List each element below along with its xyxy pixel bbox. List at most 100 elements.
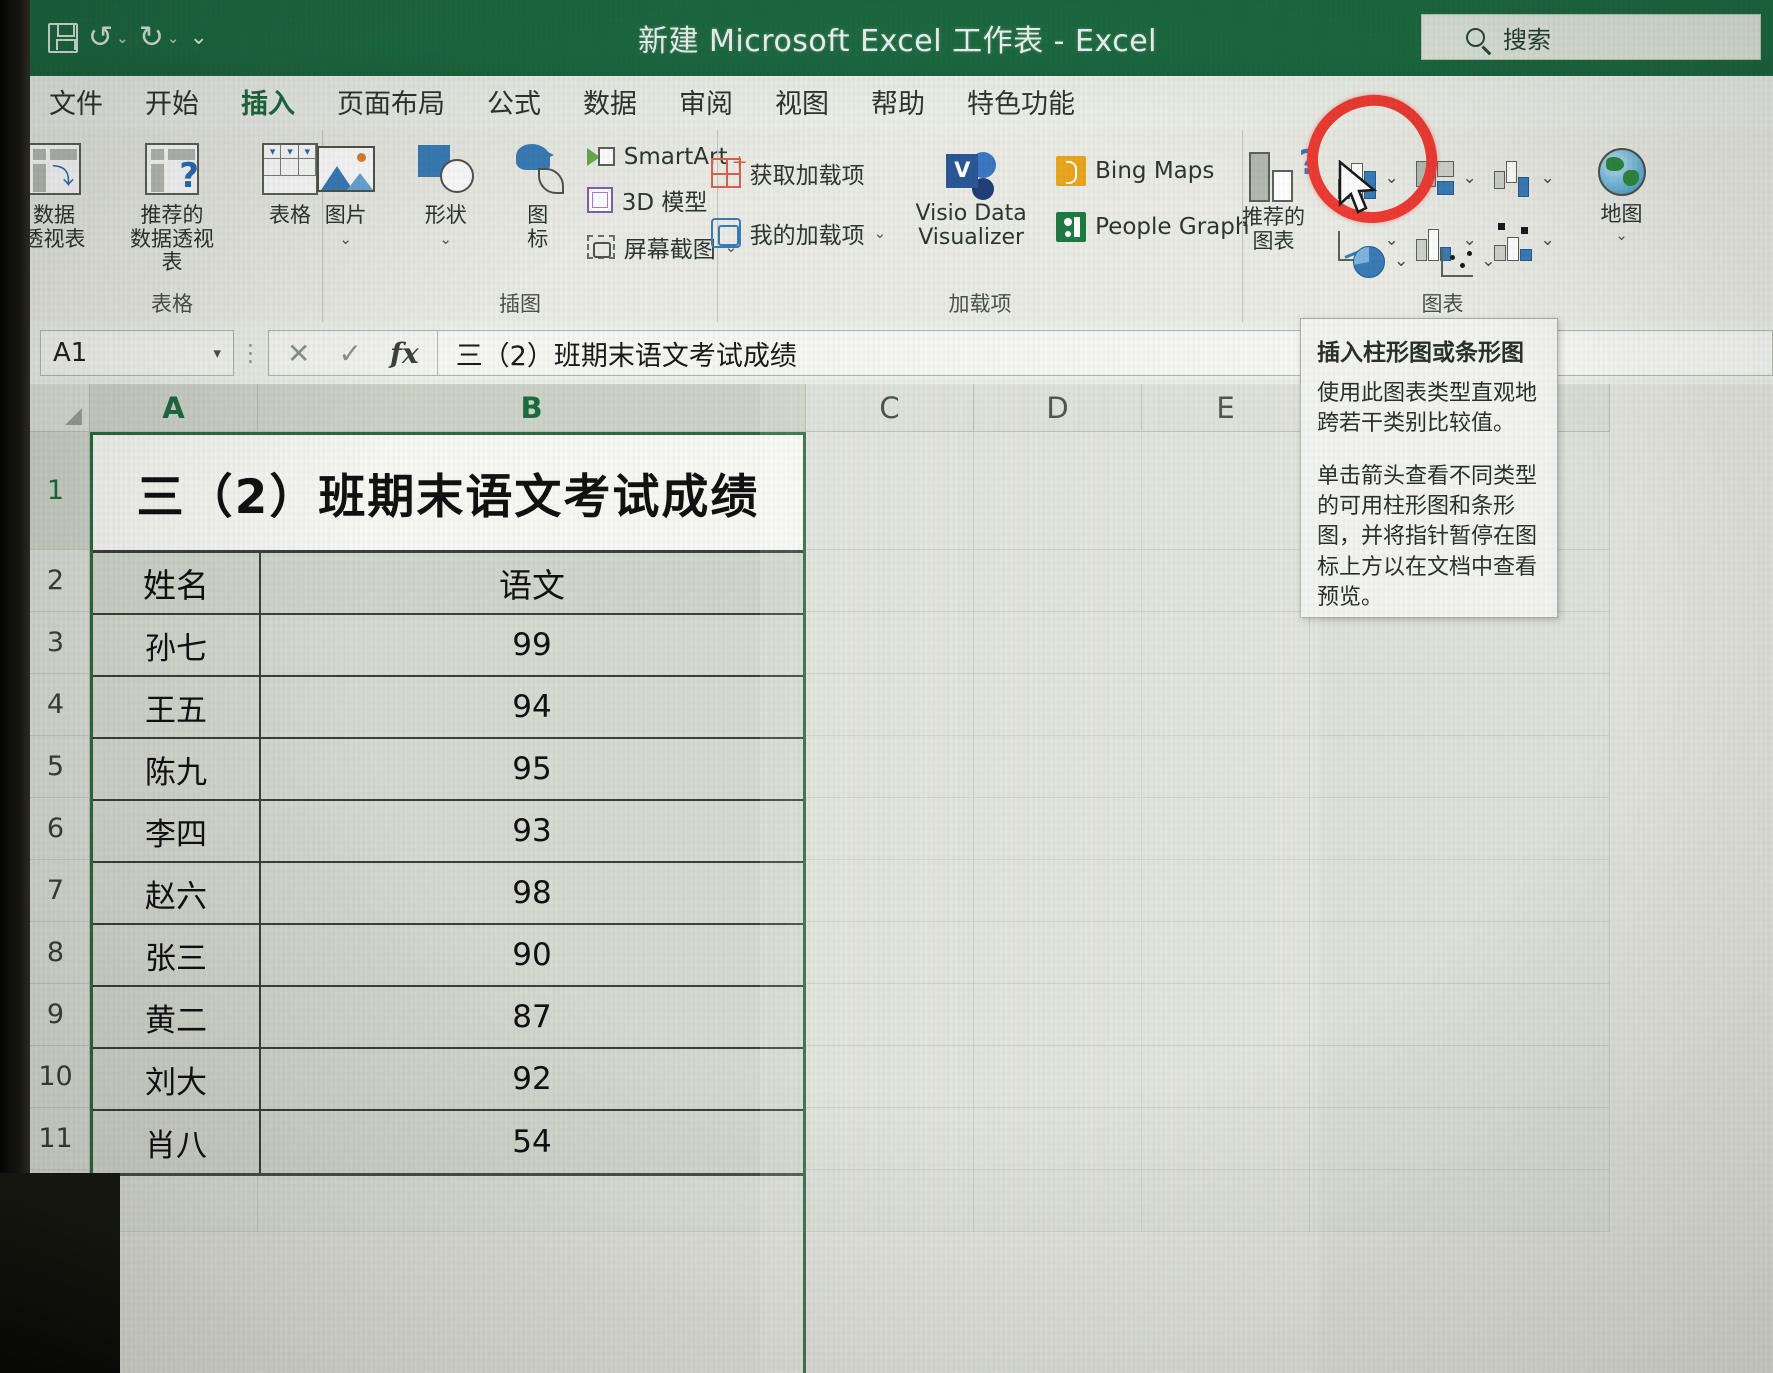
grid-row <box>90 1170 1773 1232</box>
chevron-down-icon[interactable]: ▾ <box>213 344 221 362</box>
row-header-4[interactable]: 4 <box>22 674 90 736</box>
visio-label: Visio Data Visualizer <box>916 202 1027 250</box>
get-addins-button[interactable]: + 获取加载项 <box>711 156 887 190</box>
chevron-down-icon[interactable]: ⌄ <box>1394 256 1408 268</box>
tab-featured[interactable]: 特色功能 <box>964 78 1078 129</box>
visio-data-visualizer-button[interactable]: V Visio Data Visualizer <box>912 152 1030 250</box>
column-header-a[interactable]: A <box>90 384 258 432</box>
chevron-down-icon[interactable]: ⌄ <box>1463 173 1477 185</box>
ribbon-body: ⤵ 数据 透视表 ? 推荐的 数据透视表 ▾▾▾ 表格 <box>22 130 1773 322</box>
column-header-c[interactable]: C <box>806 384 974 432</box>
cell-score: 92 <box>261 1049 803 1109</box>
recommended-charts-button[interactable]: ? 推荐的 图表 <box>1222 148 1326 253</box>
recommended-pivot-table-button[interactable]: ? 推荐的 数据透视表 <box>120 140 224 275</box>
ribbon-group-addins: + 获取加载项 我的加载项 ⌄ V Visio Data Visualizer <box>717 130 1242 322</box>
score-table[interactable]: 三（2）班期末语文考试成绩 姓名 语文 孙七 99 王五 94 陈九 95 李四… <box>90 432 806 1176</box>
bing-maps-button[interactable]: Bing Maps <box>1056 156 1249 186</box>
hierarchy-chart-icon <box>1414 159 1460 199</box>
recommended-pivot-table-label: 推荐的 数据透视表 <box>120 204 224 275</box>
formula-bar-grip[interactable]: ⋮ <box>234 339 268 367</box>
table-row[interactable]: 孙七 99 <box>93 615 803 677</box>
tab-page-layout[interactable]: 页面布局 <box>334 78 448 129</box>
insert-scatter-chart-button[interactable]: ⌄ <box>1438 244 1495 280</box>
tab-insert[interactable]: 插入 <box>238 78 298 129</box>
cell-score: 94 <box>261 677 803 737</box>
people-graph-button[interactable]: People Graph <box>1056 212 1249 242</box>
row-header-10[interactable]: 10 <box>22 1046 90 1108</box>
table-row[interactable]: 陈九 95 <box>93 739 803 801</box>
cancel-entry-button[interactable]: ✕ <box>287 337 310 370</box>
formula-input[interactable]: 三（2）班期末语文考试成绩 <box>437 330 1773 376</box>
column-header-b[interactable]: B <box>258 384 806 432</box>
icons-button[interactable]: 图 标 <box>503 140 573 251</box>
cell-name: 刘大 <box>93 1049 261 1109</box>
chevron-down-icon[interactable]: ⌄ <box>1481 256 1495 268</box>
search-icon <box>1466 28 1485 47</box>
table-row[interactable]: 肖八 54 <box>93 1111 803 1173</box>
scatter-chart-icon <box>1438 244 1478 280</box>
my-addins-button[interactable]: 我的加载项 ⌄ <box>711 216 887 250</box>
recommended-charts-icon: ? <box>1247 148 1301 202</box>
smartart-icon <box>587 145 615 169</box>
shapes-button[interactable]: 形状 ⌄ <box>403 140 489 244</box>
ribbon-group-tables: ⤵ 数据 透视表 ? 推荐的 数据透视表 ▾▾▾ 表格 <box>22 130 322 322</box>
chevron-down-icon[interactable]: ⌄ <box>1615 230 1628 241</box>
tab-view[interactable]: 视图 <box>772 78 832 129</box>
row-header-8[interactable]: 8 <box>22 922 90 984</box>
row-header-2[interactable]: 2 <box>22 550 90 612</box>
people-graph-icon <box>1056 212 1086 242</box>
table-row[interactable]: 张三 90 <box>93 925 803 987</box>
table-row[interactable]: 黄二 87 <box>93 987 803 1049</box>
my-addins-label: 我的加载项 <box>750 216 865 250</box>
insert-hierarchy-chart-button[interactable]: ⌄ <box>1414 159 1492 199</box>
tab-help[interactable]: 帮助 <box>868 78 928 129</box>
tab-home[interactable]: 开始 <box>142 78 202 129</box>
select-all-button[interactable] <box>22 384 90 432</box>
shapes-label: 形状 <box>425 204 467 228</box>
model3d-label: 3D 模型 <box>622 183 708 217</box>
row-header-5[interactable]: 5 <box>22 736 90 798</box>
insert-combo-chart-button[interactable]: ⌄ <box>1492 221 1570 261</box>
chevron-down-icon[interactable]: ⌄ <box>439 234 452 245</box>
map-label: 地图 <box>1601 198 1643 228</box>
tooltip-title: 插入柱形图或条形图 <box>1317 333 1541 367</box>
insert-pie-doughnut-chart-button[interactable]: ⌄ <box>1351 244 1408 280</box>
row-header-3[interactable]: 3 <box>22 612 90 674</box>
table-row[interactable]: 王五 94 <box>93 677 803 739</box>
insert-map-chart-button[interactable]: 地图 ⌄ <box>1580 148 1664 241</box>
column-header-e[interactable]: E <box>1142 384 1310 432</box>
tab-review[interactable]: 审阅 <box>676 78 736 129</box>
row-header-9[interactable]: 9 <box>22 984 90 1046</box>
table-header-name: 姓名 <box>93 553 261 613</box>
cell-score: 95 <box>261 739 803 799</box>
picture-label: 图片 <box>325 204 367 228</box>
recommended-charts-label: 推荐的 图表 <box>1242 206 1305 253</box>
picture-button[interactable]: 图片 ⌄ <box>303 140 389 244</box>
chevron-down-icon[interactable]: ⌄ <box>1541 235 1555 247</box>
confirm-entry-button[interactable]: ✓ <box>338 337 361 370</box>
tab-formulas[interactable]: 公式 <box>484 78 544 129</box>
chevron-down-icon[interactable]: ⌄ <box>874 228 887 239</box>
cell-name: 李四 <box>93 801 261 861</box>
icons-label: 图 标 <box>527 204 548 251</box>
table-row[interactable]: 刘大 92 <box>93 1049 803 1111</box>
name-box[interactable]: A1 ▾ <box>40 330 234 376</box>
chevron-down-icon[interactable]: ⌄ <box>339 234 352 245</box>
row-header-1[interactable]: 1 <box>22 432 90 550</box>
row-header-11[interactable]: 11 <box>22 1108 90 1170</box>
insert-function-button[interactable]: fx <box>390 337 419 370</box>
insert-waterfall-chart-button[interactable]: ⌄ <box>1492 159 1570 199</box>
column-header-d[interactable]: D <box>974 384 1142 432</box>
row-header-6[interactable]: 6 <box>22 798 90 860</box>
cell-score: 87 <box>261 987 803 1047</box>
row-header-7[interactable]: 7 <box>22 860 90 922</box>
pivot-table-label: 数据 透视表 <box>23 204 86 251</box>
tab-data[interactable]: 数据 <box>580 78 640 129</box>
chevron-down-icon[interactable]: ⌄ <box>1385 173 1399 185</box>
chevron-down-icon[interactable]: ⌄ <box>1541 173 1555 185</box>
tab-file[interactable]: 文件 <box>46 78 106 129</box>
table-row[interactable]: 赵六 98 <box>93 863 803 925</box>
ribbon-tabs: 文件 开始 插入 页面布局 公式 数据 审阅 视图 帮助 特色功能 <box>22 76 1773 130</box>
table-row[interactable]: 李四 93 <box>93 801 803 863</box>
search-input[interactable]: 搜索 <box>1421 14 1761 60</box>
